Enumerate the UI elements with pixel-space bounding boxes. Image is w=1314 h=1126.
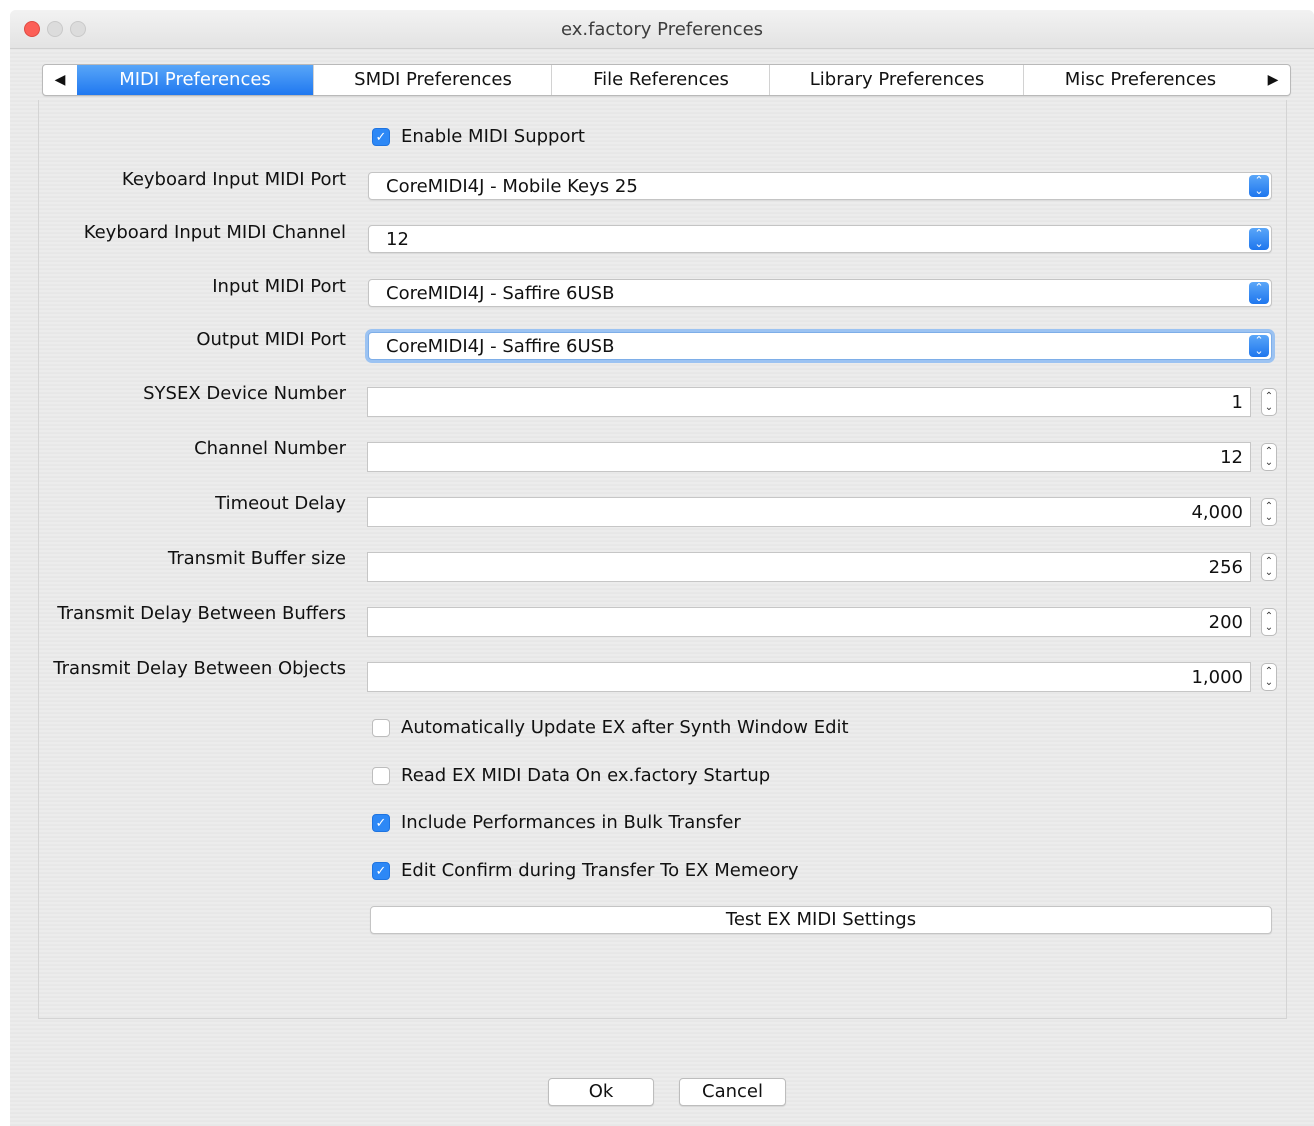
- sysex-device-label: SYSEX Device Number: [143, 383, 346, 404]
- edit-confirm-checkbox[interactable]: ✓: [372, 862, 390, 880]
- delay-buffers-value: 200: [1208, 612, 1243, 633]
- channel-number-label: Channel Number: [194, 438, 346, 459]
- channel-number-stepper[interactable]: ⌃ ⌄: [1261, 443, 1277, 471]
- auto-update-label: Automatically Update EX after Synth Wind…: [401, 717, 849, 738]
- keyboard-port-label: Keyboard Input MIDI Port: [121, 169, 346, 190]
- tab-misc-preferences[interactable]: Misc Preferences: [1023, 65, 1257, 95]
- delay-objects-stepper[interactable]: ⌃ ⌄: [1261, 663, 1277, 691]
- tab-library-preferences[interactable]: Library Preferences: [769, 65, 1024, 95]
- delay-objects-label: Transmit Delay Between Objects: [53, 658, 346, 679]
- delay-objects-value: 1,000: [1191, 667, 1243, 688]
- keyboard-channel-label: Keyboard Input MIDI Channel: [83, 222, 346, 243]
- delay-buffers-label: Transmit Delay Between Buffers: [57, 603, 346, 624]
- preferences-window: ex.factory Preferences ◀ MIDI Preference…: [10, 10, 1314, 1126]
- input-port-value: CoreMIDI4J - Saffire 6USB: [386, 283, 615, 304]
- keyboard-channel-select[interactable]: 12 ⌃ ⌄: [368, 225, 1272, 253]
- tab-bar: ◀ MIDI Preferences SMDI Preferences File…: [42, 64, 1291, 96]
- ok-button[interactable]: Ok: [548, 1078, 654, 1106]
- timeout-delay-stepper[interactable]: ⌃ ⌄: [1261, 498, 1277, 526]
- output-port-value: CoreMIDI4J - Saffire 6USB: [386, 336, 615, 357]
- timeout-delay-label: Timeout Delay: [215, 493, 346, 514]
- keyboard-port-select[interactable]: CoreMIDI4J - Mobile Keys 25 ⌃ ⌄: [368, 172, 1272, 200]
- updown-chevron-icon[interactable]: ⌃ ⌄: [1249, 175, 1269, 197]
- delay-objects-input[interactable]: 1,000: [367, 662, 1251, 692]
- timeout-delay-input[interactable]: 4,000: [367, 497, 1251, 527]
- title-bar: ex.factory Preferences: [10, 10, 1314, 49]
- read-on-startup-checkbox[interactable]: [372, 767, 390, 785]
- channel-number-value: 12: [1220, 447, 1243, 468]
- window-title: ex.factory Preferences: [560, 19, 764, 40]
- delay-buffers-stepper[interactable]: ⌃ ⌄: [1261, 608, 1277, 636]
- input-port-select[interactable]: CoreMIDI4J - Saffire 6USB ⌃ ⌄: [368, 279, 1272, 307]
- sysex-device-value: 1: [1231, 392, 1243, 413]
- sysex-device-stepper[interactable]: ⌃ ⌄: [1261, 388, 1277, 416]
- tab-smdi-preferences[interactable]: SMDI Preferences: [313, 65, 552, 95]
- input-port-label: Input MIDI Port: [212, 276, 346, 297]
- enable-midi-label: Enable MIDI Support: [401, 126, 585, 147]
- transmit-buffer-value: 256: [1208, 557, 1243, 578]
- tab-midi-preferences[interactable]: MIDI Preferences: [77, 65, 313, 95]
- keyboard-channel-value: 12: [386, 229, 409, 250]
- sysex-device-input[interactable]: 1: [367, 387, 1251, 417]
- include-performances-checkbox[interactable]: ✓: [372, 814, 390, 832]
- delay-buffers-input[interactable]: 200: [367, 607, 1251, 637]
- enable-midi-checkbox[interactable]: ✓: [372, 128, 390, 146]
- timeout-delay-value: 4,000: [1191, 502, 1243, 523]
- scroll-tabs-right-icon[interactable]: ▶: [1256, 65, 1290, 95]
- transmit-buffer-label: Transmit Buffer size: [167, 548, 346, 569]
- cancel-button[interactable]: Cancel: [679, 1078, 786, 1106]
- read-on-startup-label: Read EX MIDI Data On ex.factory Startup: [401, 765, 771, 786]
- output-port-label: Output MIDI Port: [196, 329, 346, 350]
- updown-chevron-icon[interactable]: ⌃ ⌄: [1249, 282, 1269, 304]
- transmit-buffer-stepper[interactable]: ⌃ ⌄: [1261, 553, 1277, 581]
- updown-chevron-icon[interactable]: ⌃ ⌄: [1249, 228, 1269, 250]
- include-performances-label: Include Performances in Bulk Transfer: [401, 812, 741, 833]
- output-port-select[interactable]: CoreMIDI4J - Saffire 6USB ⌃ ⌄: [368, 332, 1272, 360]
- keyboard-port-value: CoreMIDI4J - Mobile Keys 25: [386, 176, 638, 197]
- channel-number-input[interactable]: 12: [367, 442, 1251, 472]
- scroll-tabs-left-icon[interactable]: ◀: [43, 65, 77, 95]
- transmit-buffer-input[interactable]: 256: [367, 552, 1251, 582]
- auto-update-checkbox[interactable]: [372, 719, 390, 737]
- edit-confirm-label: Edit Confirm during Transfer To EX Memeo…: [401, 860, 799, 881]
- tab-file-references[interactable]: File References: [551, 65, 770, 95]
- test-midi-settings-button[interactable]: Test EX MIDI Settings: [370, 906, 1272, 934]
- updown-chevron-icon[interactable]: ⌃ ⌄: [1249, 335, 1269, 357]
